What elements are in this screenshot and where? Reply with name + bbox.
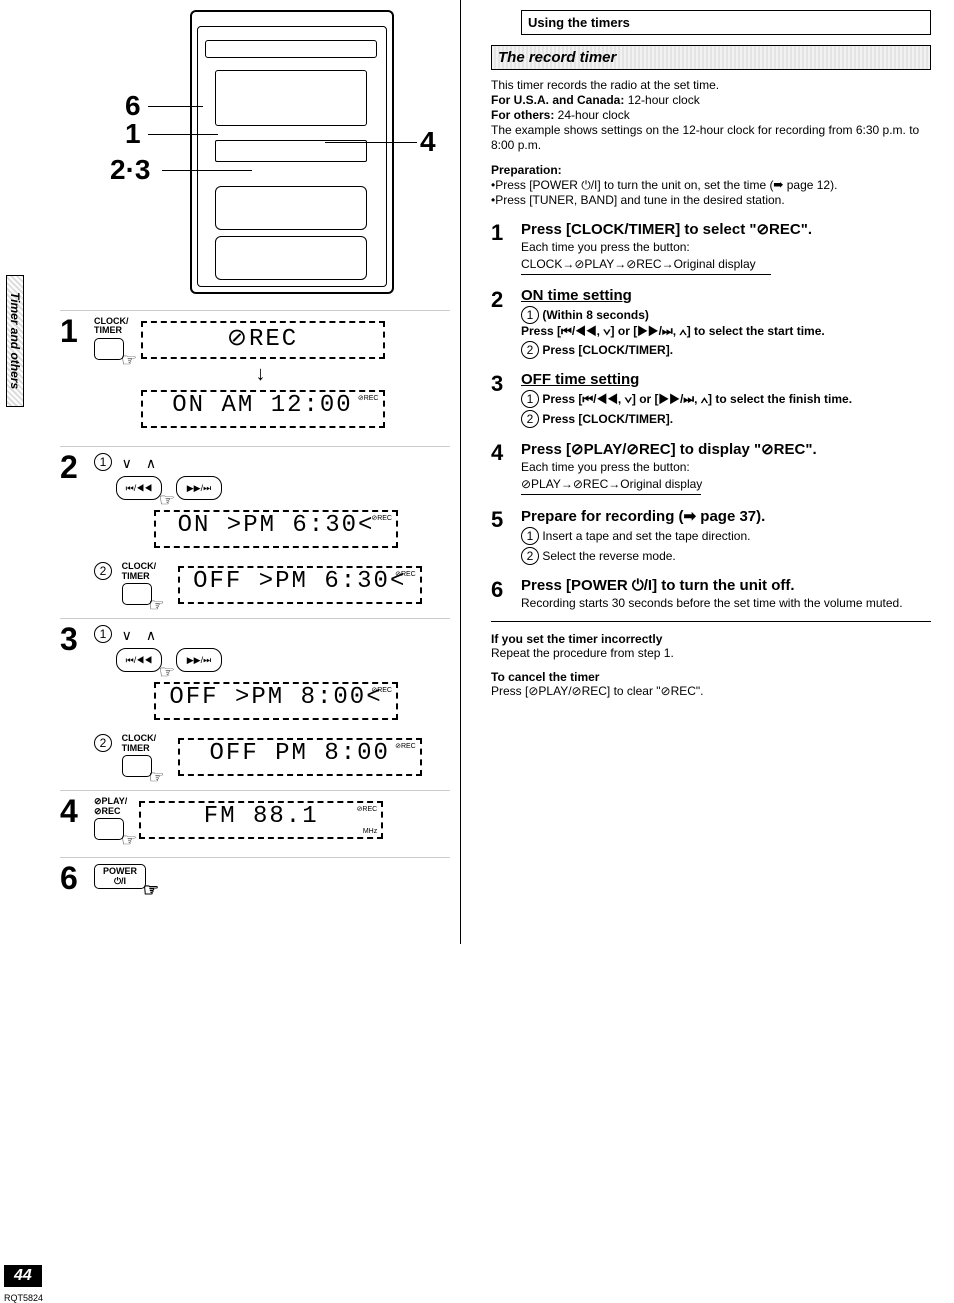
hand-icon: ☞: [143, 881, 159, 900]
lcd-display: OFF >PM 6:30<⊘REC: [178, 566, 422, 604]
hand-icon: ☞: [121, 350, 137, 371]
callout-1: 1: [125, 118, 141, 150]
intro-text: This timer records the radio at the set …: [491, 78, 931, 153]
up-caret-icon: ∧: [146, 627, 156, 644]
right-column: Using the timers The record timer This t…: [461, 0, 931, 944]
left-column: 6 1 2·3 4 1 CLOCK/ TIMER ☞ ⊘REC: [60, 0, 461, 944]
step-number: 1: [60, 313, 78, 350]
hand-icon: ☞: [148, 767, 164, 788]
substep-1-icon: 1: [521, 527, 539, 545]
clock-timer-label: CLOCK/ TIMER: [94, 317, 129, 336]
right-step-1: 1 Press [CLOCK/TIMER] to select "⊘REC". …: [491, 220, 931, 275]
clock-timer-label: CLOCK/ TIMER: [122, 734, 157, 753]
right-step-3: 3 OFF time setting 1 Press [⏮/◀◀, ∨] or …: [491, 371, 931, 428]
step-title: Press [POWER ⏻/I] to turn the unit off.: [521, 577, 931, 594]
cancel-block: To cancel the timer Press [⊘PLAY/⊘REC] t…: [491, 670, 931, 698]
down-caret-icon: ∨: [122, 627, 132, 644]
play-rec-button[interactable]: ☞: [94, 818, 124, 840]
substep-1-icon: 1: [94, 453, 112, 471]
skip-back-button[interactable]: ⏮/◀◀☞: [116, 648, 162, 672]
play-rec-label: ⊘PLAY/ ⊘REC: [94, 797, 127, 816]
right-step-6: 6 Press [POWER ⏻/I] to turn the unit off…: [491, 577, 931, 611]
right-step-4: 4 Press [⊘PLAY/⊘REC] to display "⊘REC". …: [491, 440, 931, 495]
lcd-display: ⊘REC: [141, 321, 385, 359]
step-title: ON time setting: [521, 287, 931, 304]
incorrect-block: If you set the timer incorrectly Repeat …: [491, 632, 931, 660]
hand-icon: ☞: [159, 661, 175, 683]
substep-2-icon: 2: [521, 547, 539, 565]
hand-icon: ☞: [148, 595, 164, 616]
hand-icon: ☞: [121, 830, 137, 851]
substep-2-icon: 2: [521, 410, 539, 428]
lcd-display: ON >PM 6:30<⊘REC: [154, 510, 398, 548]
left-step-2: 2 1 ∨ ∧ ⏮/◀◀☞ ▶▶/⏭ ON >PM 6:30<⊘REC 2: [60, 446, 450, 618]
right-step-2: 2 ON time setting 1 (Within 8 seconds) P…: [491, 287, 931, 359]
clock-timer-button[interactable]: ☞: [94, 338, 124, 360]
step-number: 4: [60, 793, 78, 830]
clock-timer-label: CLOCK/ TIMER: [122, 562, 157, 581]
callout-4: 4: [420, 126, 436, 158]
left-step-6: 6 POWER ⏻/I ☞: [60, 857, 450, 944]
step-title: OFF time setting: [521, 371, 931, 388]
right-step-5: 5 Prepare for recording (➡ page 37). 1 I…: [491, 507, 931, 565]
callout-23: 2·3: [110, 154, 150, 186]
step-number: 6: [60, 860, 78, 897]
lcd-display: ON AM 12:00⊘REC: [141, 390, 385, 428]
section-title: Using the timers: [521, 10, 931, 35]
substep-1-icon: 1: [521, 306, 539, 324]
substep-2-icon: 2: [94, 562, 112, 580]
step-number: 2: [60, 449, 78, 486]
skip-fwd-button[interactable]: ▶▶/⏭: [176, 476, 222, 500]
substep-1-icon: 1: [521, 390, 539, 408]
left-step-4: 4 ⊘PLAY/ ⊘REC ☞ FM 88.1⊘RECMHz: [60, 790, 450, 857]
substep-1-icon: 1: [94, 625, 112, 643]
preparation-block: Preparation: •Press [POWER ⏻/I] to turn …: [491, 163, 931, 208]
clock-timer-button[interactable]: ☞: [122, 755, 152, 777]
lcd-display: FM 88.1⊘RECMHz: [139, 801, 383, 839]
side-tab: Timer and others: [6, 275, 24, 407]
skip-back-button[interactable]: ⏮/◀◀☞: [116, 476, 162, 500]
step-title: Press [CLOCK/TIMER] to select "⊘REC".: [521, 220, 931, 238]
page-number: 44: [4, 1265, 42, 1287]
down-arrow-icon: ↓: [141, 363, 381, 386]
step-title: Press [⊘PLAY/⊘REC] to display "⊘REC".: [521, 440, 931, 458]
substep-2-icon: 2: [521, 341, 539, 359]
clock-timer-button[interactable]: ☞: [122, 583, 152, 605]
stereo-illustration: 6 1 2·3 4: [60, 10, 450, 310]
power-button[interactable]: POWER ⏻/I ☞: [94, 864, 146, 889]
doc-code: RQT5824: [4, 1293, 43, 1303]
step-title: Prepare for recording (➡ page 37).: [521, 507, 931, 525]
skip-fwd-button[interactable]: ▶▶/⏭: [176, 648, 222, 672]
substep-2-icon: 2: [94, 734, 112, 752]
lcd-display: OFF PM 8:00⊘REC: [178, 738, 422, 776]
step-number: 3: [60, 621, 78, 658]
hand-icon: ☞: [159, 489, 175, 511]
left-step-1: 1 CLOCK/ TIMER ☞ ⊘REC ↓ ON AM 12:00⊘REC: [60, 310, 450, 446]
up-caret-icon: ∧: [146, 455, 156, 472]
record-timer-heading: The record timer: [491, 45, 931, 70]
lcd-display: OFF >PM 8:00<⊘REC: [154, 682, 398, 720]
down-caret-icon: ∨: [122, 455, 132, 472]
left-step-3: 3 1 ∨ ∧ ⏮/◀◀☞ ▶▶/⏭ OFF >PM 8:00<⊘REC 2: [60, 618, 450, 790]
